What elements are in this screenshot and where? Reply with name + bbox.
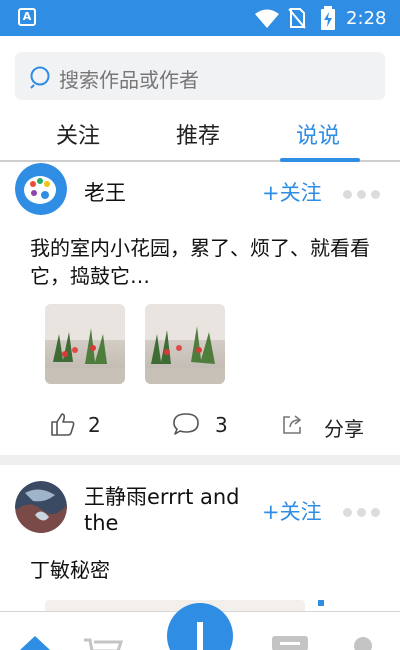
status-bar: A 2:28 [0, 0, 400, 36]
tab-following[interactable]: 关注 [56, 118, 100, 150]
share-icon[interactable] [281, 412, 305, 436]
active-tab-indicator [280, 158, 360, 162]
follow-button[interactable]: +关注 [262, 496, 322, 526]
plant-photo-icon [45, 304, 125, 384]
share-button[interactable]: 分享 [324, 413, 364, 442]
status-time: 2:28 [346, 8, 387, 29]
post-divider [0, 455, 400, 465]
add-icon[interactable] [166, 602, 234, 650]
tab-recommended[interactable]: 推荐 [176, 118, 220, 150]
post-text: 丁敏秘密 [30, 558, 110, 582]
image-marker [318, 600, 324, 606]
search-input[interactable]: 搜索作品或作者 [15, 52, 385, 100]
avatar[interactable] [15, 163, 67, 215]
post-text: 我的室内小花园，累了、烦了、就看看它，捣鼓它… [30, 236, 370, 288]
comment-icon[interactable] [172, 412, 200, 436]
feed-tabs: 关注 推荐 说说 [0, 112, 400, 160]
more-icon[interactable] [343, 502, 385, 521]
follow-button[interactable]: +关注 [262, 177, 322, 207]
message-icon[interactable] [270, 612, 310, 650]
post-image[interactable] [145, 304, 225, 384]
tab-posts[interactable]: 说说 [296, 118, 340, 150]
home-icon[interactable] [18, 612, 52, 650]
battery-charging-icon [321, 6, 335, 30]
post-image[interactable] [45, 304, 125, 384]
search-icon [30, 66, 50, 89]
plant-photo-icon [145, 304, 225, 384]
cart-icon[interactable] [82, 612, 124, 650]
avatar[interactable] [15, 481, 67, 533]
search-placeholder: 搜索作品或作者 [59, 68, 199, 92]
like-count: 2 [88, 413, 101, 437]
wifi-icon [255, 9, 279, 28]
comment-count: 3 [215, 413, 228, 437]
app-notification-icon: A [18, 8, 36, 26]
like-icon[interactable] [50, 412, 76, 436]
post-author[interactable]: 王静雨errrt and the [84, 484, 254, 536]
more-icon[interactable] [343, 184, 385, 203]
post-author[interactable]: 老王 [84, 177, 126, 207]
profile-icon[interactable] [350, 612, 376, 650]
no-sim-icon [288, 8, 306, 29]
bottom-navigation [0, 603, 400, 650]
